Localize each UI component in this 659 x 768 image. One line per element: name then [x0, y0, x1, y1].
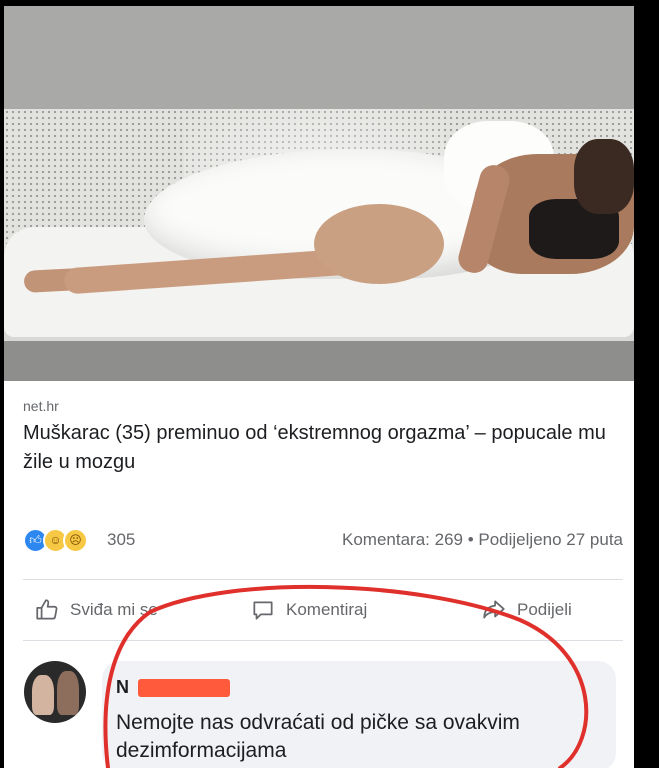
comment-button[interactable]: Komentiraj	[250, 596, 367, 624]
share-label: Podijeli	[517, 600, 572, 619]
article-headline[interactable]: Muškarac (35) preminuo od ‘ekstremnog or…	[23, 419, 623, 477]
like-button[interactable]: Sviđa mi se	[34, 596, 158, 624]
share-arrow-icon	[483, 600, 505, 619]
divider	[23, 640, 623, 641]
thumbs-up-icon	[36, 599, 58, 620]
comment-bubble: N Nemojte nas odvraćati od pičke sa ovak…	[102, 661, 616, 768]
post-stats: 👍︎ ☺ ☹ 305 Komentara: 269 • Podijeljeno …	[23, 524, 623, 553]
facebook-post: net.hr Muškarac (35) preminuo od ‘ekstre…	[4, 6, 634, 768]
article-source[interactable]: net.hr	[23, 398, 59, 414]
reaction-icons[interactable]: 👍︎ ☺ ☹	[23, 528, 103, 553]
divider	[23, 579, 623, 580]
share-button[interactable]: Podijeli	[481, 596, 572, 624]
comment-author-name[interactable]: N	[116, 677, 129, 698]
comments-shares-count[interactable]: Komentara: 269 • Podijeljeno 27 puta	[342, 530, 623, 550]
article-image[interactable]	[4, 109, 634, 381]
wow-reaction-icon: ☹	[63, 528, 88, 553]
comment-bubble-icon	[253, 601, 273, 620]
redaction-mark	[138, 679, 230, 697]
comment-text: Nemojte nas odvraćati od pičke sa ovakvi…	[116, 711, 520, 762]
header-bar	[4, 6, 634, 109]
action-bar: Sviđa mi se Komentiraj Podijeli	[4, 590, 634, 630]
comment-label: Komentiraj	[286, 600, 368, 619]
reaction-count[interactable]: 305	[107, 530, 135, 550]
avatar[interactable]	[24, 661, 86, 723]
like-label: Sviđa mi se	[70, 600, 158, 619]
